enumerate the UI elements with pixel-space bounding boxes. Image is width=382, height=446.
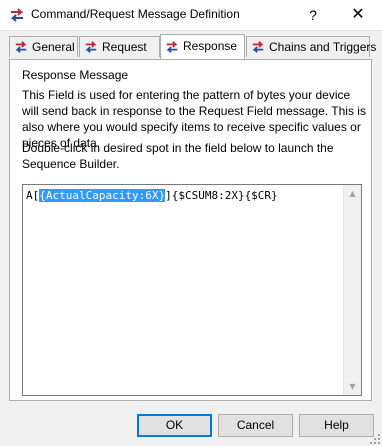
exchange-icon — [85, 41, 97, 53]
section-title: Response Message — [22, 68, 129, 82]
scroll-down-icon[interactable]: ▼ — [344, 378, 361, 395]
help-title-button[interactable]: ? — [302, 4, 324, 26]
selected-token[interactable]: {ActualCapacity:6X} — [39, 189, 166, 202]
exchange-icon — [252, 41, 264, 53]
tab-general-label: General — [32, 40, 75, 54]
message-prefix: A[ — [26, 189, 40, 202]
help-button[interactable]: Help — [299, 414, 374, 437]
cancel-button[interactable]: Cancel — [218, 414, 293, 437]
ok-button[interactable]: OK — [137, 414, 212, 437]
tab-chains-label: Chains and Triggers — [269, 40, 377, 54]
tab-chains-and-triggers[interactable]: Chains and Triggers — [246, 36, 376, 57]
tab-request[interactable]: Request — [79, 36, 160, 57]
message-suffix: ]{$CSUM8:2X}{$CR} — [165, 189, 278, 202]
response-message-field[interactable]: A[{ActualCapacity:6X}]{$CSUM8:2X}{$CR} ▲… — [22, 184, 362, 396]
exchange-icon — [166, 41, 178, 53]
response-panel: Response Message This Field is used for … — [9, 59, 372, 401]
tab-request-label: Request — [102, 40, 147, 54]
vertical-scrollbar[interactable]: ▲ ▼ — [343, 185, 361, 395]
tab-response[interactable]: Response — [160, 34, 245, 59]
resize-grip-icon[interactable] — [370, 434, 380, 444]
exchange-icon — [15, 41, 27, 53]
instruction-text: Double-click in desired spot in the fiel… — [22, 141, 334, 171]
scroll-up-icon[interactable]: ▲ — [344, 185, 361, 202]
app-icon — [10, 8, 24, 22]
title-bar: Command/Request Message Definition ? ✕ — [0, 0, 382, 31]
tab-strip: General Request Response Chains and Trig… — [9, 34, 376, 60]
close-button[interactable]: ✕ — [347, 4, 369, 26]
window-title: Command/Request Message Definition — [31, 7, 240, 21]
tab-general[interactable]: General — [9, 36, 78, 57]
response-message-text[interactable]: A[{ActualCapacity:6X}]{$CSUM8:2X}{$CR} — [26, 189, 278, 202]
tab-response-label: Response — [183, 39, 238, 53]
